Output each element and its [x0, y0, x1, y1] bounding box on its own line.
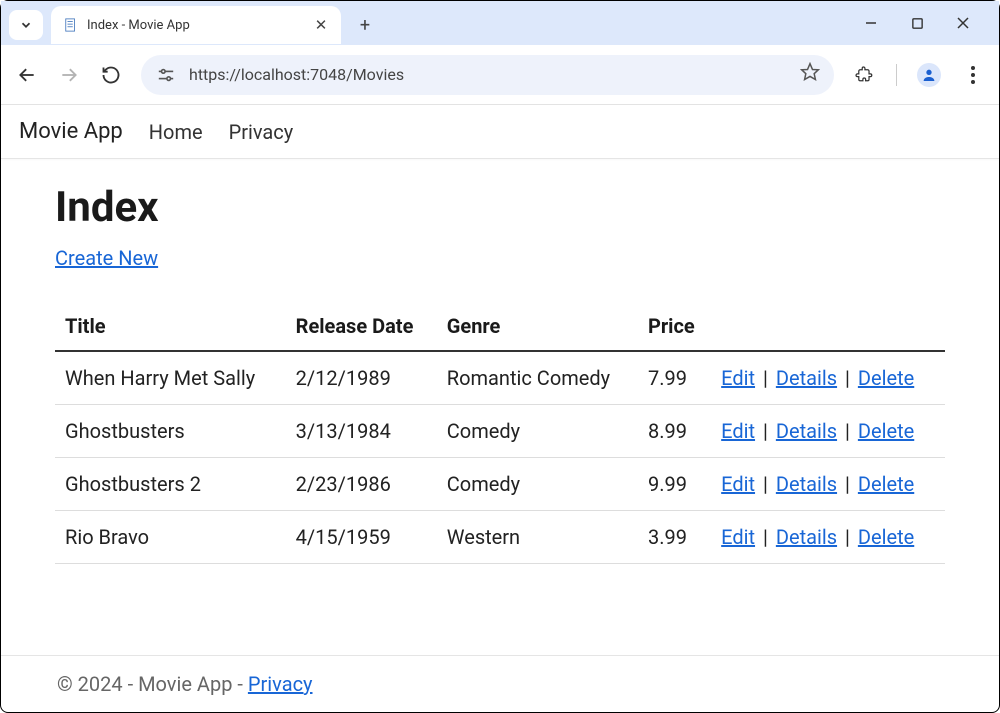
new-tab-button[interactable]: + [349, 9, 381, 41]
delete-link[interactable]: Delete [858, 525, 914, 549]
url-text: https://localhost:7048/Movies [189, 65, 788, 84]
tab-close-button[interactable]: ✕ [313, 16, 329, 34]
cell-release_date: 4/15/1959 [286, 511, 437, 564]
details-link[interactable]: Details [776, 419, 837, 443]
table-row: When Harry Met Sally2/12/1989Romantic Co… [55, 351, 945, 405]
cell-price: 3.99 [638, 511, 711, 564]
tab-search-button[interactable] [9, 10, 43, 40]
extensions-icon[interactable] [852, 63, 876, 87]
tab-bar: Index - Movie App ✕ + [1, 1, 999, 45]
window-controls [859, 16, 991, 34]
separator: | [837, 472, 858, 496]
nav-link-home[interactable]: Home [149, 120, 203, 144]
cell-actions: Edit | Details | Delete [711, 511, 945, 564]
profile-button[interactable] [917, 63, 941, 87]
cell-release_date: 2/12/1989 [286, 351, 437, 405]
cell-actions: Edit | Details | Delete [711, 458, 945, 511]
cell-title: When Harry Met Sally [55, 351, 286, 405]
separator: | [837, 525, 858, 549]
separator: | [837, 366, 858, 390]
address-bar[interactable]: https://localhost:7048/Movies [141, 55, 834, 95]
cell-title: Ghostbusters 2 [55, 458, 286, 511]
site-settings-icon[interactable] [155, 64, 177, 86]
delete-link[interactable]: Delete [858, 419, 914, 443]
header-release-date: Release Date [286, 304, 437, 351]
table-row: Ghostbusters3/13/1984Comedy8.99Edit | De… [55, 405, 945, 458]
app-content: Movie App Home Privacy Index Create New … [1, 105, 999, 574]
create-new-link[interactable]: Create New [55, 246, 158, 270]
separator: | [755, 419, 776, 443]
table-row: Rio Bravo4/15/1959Western3.99Edit | Deta… [55, 511, 945, 564]
cell-genre: Western [437, 511, 638, 564]
cell-genre: Comedy [437, 405, 638, 458]
cell-price: 9.99 [638, 458, 711, 511]
brand-link[interactable]: Movie App [19, 119, 123, 144]
browser-tab[interactable]: Index - Movie App ✕ [51, 6, 341, 44]
details-link[interactable]: Details [776, 525, 837, 549]
cell-actions: Edit | Details | Delete [711, 351, 945, 405]
tab-title: Index - Movie App [87, 18, 305, 33]
close-window-button[interactable] [951, 16, 975, 34]
cell-price: 7.99 [638, 351, 711, 405]
header-price: Price [638, 304, 711, 351]
cell-release_date: 2/23/1986 [286, 458, 437, 511]
nav-link-privacy[interactable]: Privacy [229, 120, 294, 144]
cell-genre: Comedy [437, 458, 638, 511]
details-link[interactable]: Details [776, 472, 837, 496]
separator: | [755, 472, 776, 496]
movies-table: Title Release Date Genre Price When Harr… [55, 304, 945, 564]
main-container: Index Create New Title Release Date Genr… [1, 159, 999, 574]
cell-actions: Edit | Details | Delete [711, 405, 945, 458]
header-title: Title [55, 304, 286, 351]
app-navbar: Movie App Home Privacy [1, 105, 999, 159]
cell-release_date: 3/13/1984 [286, 405, 437, 458]
reload-button[interactable] [99, 63, 123, 87]
edit-link[interactable]: Edit [721, 419, 755, 443]
page-favicon-icon [63, 17, 79, 33]
cell-genre: Romantic Comedy [437, 351, 638, 405]
browser-chrome: Index - Movie App ✕ + https://localhost:… [1, 1, 999, 105]
edit-link[interactable]: Edit [721, 366, 755, 390]
minimize-button[interactable] [859, 16, 883, 34]
edit-link[interactable]: Edit [721, 525, 755, 549]
delete-link[interactable]: Delete [858, 366, 914, 390]
header-actions [711, 304, 945, 351]
separator: | [837, 419, 858, 443]
toolbar-divider [896, 64, 897, 86]
footer-text: © 2024 - Movie App - [57, 672, 248, 696]
separator: | [755, 366, 776, 390]
cell-title: Ghostbusters [55, 405, 286, 458]
details-link[interactable]: Details [776, 366, 837, 390]
address-row: https://localhost:7048/Movies [1, 45, 999, 105]
cell-title: Rio Bravo [55, 511, 286, 564]
cell-price: 8.99 [638, 405, 711, 458]
footer-privacy-link[interactable]: Privacy [248, 672, 313, 696]
bookmark-star-icon[interactable] [800, 62, 820, 87]
header-genre: Genre [437, 304, 638, 351]
maximize-button[interactable] [905, 17, 929, 34]
table-row: Ghostbusters 22/23/1986Comedy9.99Edit | … [55, 458, 945, 511]
kebab-menu-icon[interactable] [961, 63, 985, 87]
toolbar-right [852, 63, 985, 87]
edit-link[interactable]: Edit [721, 472, 755, 496]
back-button[interactable] [15, 63, 39, 87]
delete-link[interactable]: Delete [858, 472, 914, 496]
forward-button[interactable] [57, 63, 81, 87]
table-header-row: Title Release Date Genre Price [55, 304, 945, 351]
footer: © 2024 - Movie App - Privacy [1, 655, 999, 712]
separator: | [755, 525, 776, 549]
page-title: Index [55, 183, 945, 232]
